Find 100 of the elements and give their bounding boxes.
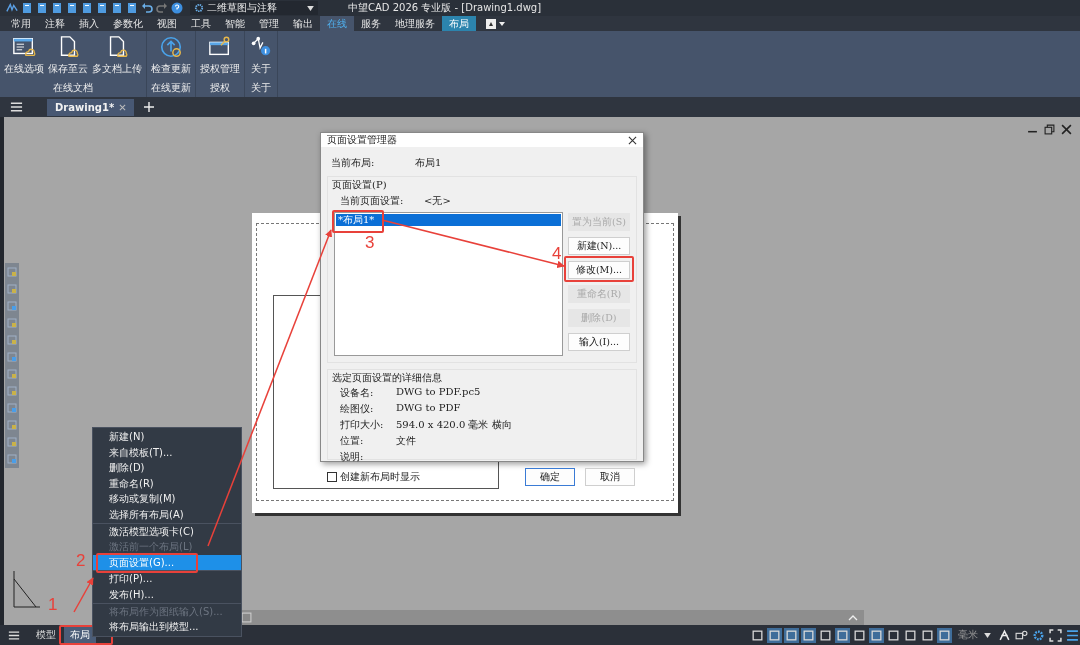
status-toggle-icon[interactable] [767,627,782,643]
menu-item[interactable]: 发布(H)... [93,586,241,603]
close-icon[interactable] [628,135,637,145]
ribbon-group-label: 在线文档 [53,81,93,95]
setup-action-button[interactable]: 输入(I)... [568,333,630,351]
ribbon-tab[interactable]: 注释 [38,16,72,31]
ribbon-button[interactable]: 在线选项 [3,33,45,81]
layout-tab[interactable]: 模型 [30,625,62,645]
status-toggle-icon[interactable] [784,627,799,643]
help-icon[interactable] [171,2,183,14]
ribbon-tab[interactable]: 地理服务 [388,16,442,31]
status-toggle-icon[interactable] [937,627,952,643]
detail-value: 文件 [396,434,416,448]
ribbon-tab[interactable]: 插入 [72,16,106,31]
ribbon-tab[interactable]: 视图 [150,16,184,31]
detail-label: 位置: [340,434,365,448]
caret-icon [307,5,314,11]
toolbar-file-icon[interactable] [66,2,78,14]
window-title: 中望CAD 2026 专业版 - [Drawing1.dwg] [348,1,542,15]
menu-item[interactable]: 激活模型选项卡(C) [93,522,241,540]
ribbon-tab[interactable]: 常用 [4,16,38,31]
toolbar-file-icon[interactable] [111,2,123,14]
step-number: 3 [365,233,375,253]
detail-label: 绘图仪: [340,402,375,416]
menu-item[interactable]: 新建(N) [93,429,241,445]
field-label: 当前页面设置: [340,194,405,208]
toolbar-file-icon[interactable] [81,2,93,14]
menu-item[interactable]: 将布局输出到模型... [93,619,241,635]
detail-value: DWG to PDF [396,402,461,415]
ribbon-button[interactable]: 关于 [248,33,274,81]
ribbon-group-label: 在线更新 [151,81,191,95]
ribbon-tab[interactable]: 工具 [184,16,218,31]
ribbon-tab[interactable]: 输出 [286,16,320,31]
dialog-title: 页面设置管理器 [327,133,397,147]
show-on-new-checkbox[interactable]: 创建新布局时显示 [327,470,420,484]
detail-label: 说明: [340,450,365,464]
ribbon-button[interactable]: 检查更新 [150,33,192,81]
ribbon-toggle-icon[interactable] [486,18,506,29]
detail-label: 设备名: [340,386,375,400]
menu-item[interactable]: 选择所有布局(A) [93,506,241,523]
ribbon-group-label: 关于 [251,81,271,95]
status-toggle-icon[interactable] [869,627,884,643]
gear-icon [194,3,204,13]
detail-label: 打印大小: [340,418,385,432]
dialog-button[interactable]: 确定 [525,468,575,486]
units-dropdown[interactable]: 毫米 [958,628,978,642]
step-number: 1 [48,595,58,615]
ribbon-button[interactable]: 多文档上传 [91,33,143,81]
toolbar-file-icon[interactable] [96,2,108,14]
ribbon-button[interactable]: 授权管理 [199,33,241,81]
detail-value: 594.0 x 420.0 毫米 横向 [396,418,512,432]
fullscreen-icon[interactable] [1048,627,1063,643]
group-label: 选定页面设置的详细信息 [331,371,443,385]
field-value: 布局1 [415,156,442,170]
dialog-button[interactable]: 取消 [585,468,635,486]
document-tab[interactable]: Drawing1* [47,98,135,116]
toolbar-file-icon[interactable] [21,2,33,14]
status-toggle-icon[interactable] [835,627,850,643]
ribbon-tab[interactable]: 智能 [218,16,252,31]
menu-icon[interactable] [1065,627,1080,643]
app-logo-icon[interactable] [6,2,18,14]
ribbon-tab[interactable]: 参数化 [106,16,150,31]
arrow [73,577,94,613]
ribbon-tab[interactable]: 服务 [354,16,388,31]
workspace-dropdown[interactable]: 二维草图与注释 [190,1,318,15]
toolbar-file-icon[interactable] [36,2,48,14]
group-label: 页面设置(P) [331,178,388,192]
toolbar-file-icon[interactable] [51,2,63,14]
step-number: 2 [76,551,86,571]
undo-icon[interactable] [141,2,153,14]
menu-item[interactable]: 打印(P)... [93,570,241,587]
step-number: 4 [552,244,562,264]
ribbon-icon [159,35,183,59]
highlight-frame [332,210,384,233]
menu-icon[interactable] [8,629,20,641]
list-item[interactable]: *布局1* [336,214,561,226]
ribbon-group-label: 授权 [210,81,230,95]
ribbon-tab[interactable]: 管理 [252,16,286,31]
ribbon-icon [12,35,36,59]
field-value: <无> [424,194,451,208]
menu-item[interactable]: 删除(D) [93,460,241,476]
field-label: 当前布局: [331,156,376,170]
setup-action-button[interactable]: 新建(N)... [568,237,630,255]
ucs-icon [12,569,42,609]
detail-value: DWG to PDF.pc5 [396,386,481,399]
restore-icon[interactable] [1044,124,1055,135]
menu-icon[interactable] [10,101,23,113]
toolbar-file-icon[interactable] [126,2,138,14]
menu-item[interactable]: 重命名(R) [93,475,241,492]
caret-icon[interactable] [984,632,991,638]
status-toggle-icon[interactable] [801,627,816,643]
panel-icon[interactable] [241,612,252,623]
menu-item[interactable]: 来自模板(T)... [93,444,241,461]
annotation-scale-icon[interactable] [997,627,1012,643]
add-tab-icon[interactable] [144,102,155,112]
setup-action-button[interactable]: 修改(M)... [568,261,630,279]
ribbon-button[interactable]: 保存至云 [47,33,89,81]
menu-item[interactable]: 移动或复制(M) [93,491,241,507]
close-icon[interactable] [1061,124,1072,135]
ribbon-tab[interactable]: 布局 [442,16,476,31]
